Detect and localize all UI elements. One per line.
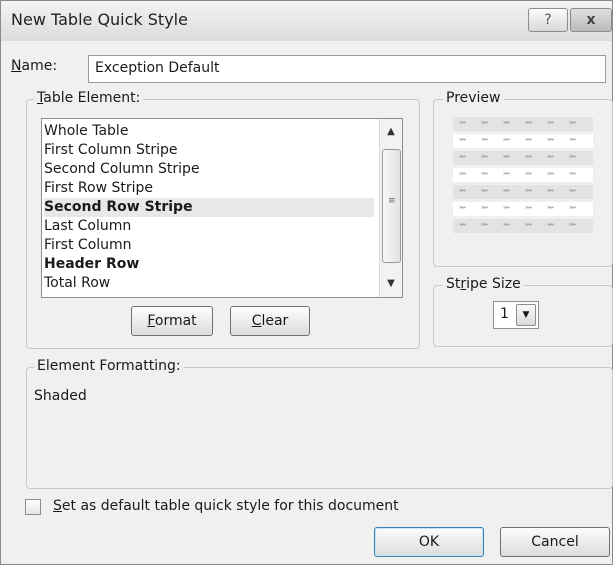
preview-row: »»» »»» »»» »»» »»» »»»: [453, 185, 593, 199]
stripe-size-title: Stripe Size: [443, 276, 524, 292]
preview-cell: »»»: [481, 137, 488, 143]
preview-cell: »»»: [481, 222, 488, 228]
preview-cell: »»»: [503, 120, 510, 126]
preview-cell: »»»: [503, 222, 510, 228]
preview-cell: »»»: [459, 137, 466, 143]
dropdown-arrow-icon[interactable]: ▼: [516, 304, 536, 326]
name-input-value: Exception Default: [95, 60, 220, 76]
name-input[interactable]: Exception Default: [88, 55, 606, 83]
preview-cell: »»»: [569, 222, 576, 228]
preview-cell: »»»: [481, 154, 488, 160]
preview-cell: »»»: [525, 222, 532, 228]
preview-cell: »»»: [547, 154, 554, 160]
preview-row: »»» »»» »»» »»» »»» »»»: [453, 219, 593, 233]
window-title: New Table Quick Style: [11, 10, 188, 29]
stripe-size-value: 1: [500, 306, 509, 322]
list-item[interactable]: Header Row: [44, 255, 374, 274]
list-item[interactable]: Total Row: [44, 274, 374, 293]
clear-button[interactable]: Clear: [230, 306, 310, 336]
default-style-checkbox[interactable]: [25, 499, 41, 515]
list-item[interactable]: Last Column: [44, 217, 374, 236]
preview-cell: »»»: [525, 120, 532, 126]
preview-cell: »»»: [525, 188, 532, 194]
preview-row: »»» »»» »»» »»» »»» »»»: [453, 202, 593, 216]
close-button[interactable]: x: [570, 8, 612, 32]
preview-cell: »»»: [547, 171, 554, 177]
preview-cell: »»»: [569, 137, 576, 143]
preview-cell: »»»: [525, 154, 532, 160]
grip-icon: ≡: [388, 196, 396, 206]
preview-title: Preview: [443, 90, 504, 106]
preview-cell: »»»: [481, 120, 488, 126]
element-formatting-title: Element Formatting:: [34, 358, 184, 374]
preview-cell: »»»: [569, 205, 576, 211]
preview-cell: »»»: [481, 171, 488, 177]
title-bar[interactable]: New Table Quick Style ? x: [1, 1, 612, 41]
format-button[interactable]: Format: [131, 306, 213, 336]
preview-cell: »»»: [525, 171, 532, 177]
help-button[interactable]: ?: [528, 8, 568, 32]
preview-row: »»» »»» »»» »»» »»» »»»: [453, 117, 593, 131]
preview-cell: »»»: [503, 154, 510, 160]
preview-cell: »»»: [503, 205, 510, 211]
element-formatting-text: Shaded: [34, 388, 87, 404]
scroll-up-icon[interactable]: ▲: [380, 121, 402, 143]
preview-cell: »»»: [525, 205, 532, 211]
preview-table: »»»»»»»»»»»»»»»»»»»»»»»»»»»»»»»»»»»»»»»»…: [449, 113, 597, 243]
listbox-scrollbar[interactable]: ▲ ≡ ▼: [379, 119, 402, 297]
preview-cell: »»»: [569, 154, 576, 160]
preview-cell: »»»: [459, 222, 466, 228]
list-item[interactable]: Second Row Stripe: [44, 198, 374, 217]
preview-cell: »»»: [569, 120, 576, 126]
ok-button[interactable]: OK: [374, 527, 484, 557]
preview-row: »»» »»» »»» »»» »»» »»»: [453, 168, 593, 182]
preview-cell: »»»: [481, 188, 488, 194]
list-item[interactable]: Whole Table: [44, 122, 374, 141]
preview-cell: »»»: [547, 137, 554, 143]
preview-cell: »»»: [547, 205, 554, 211]
preview-cell: »»»: [503, 137, 510, 143]
list-item[interactable]: First Column: [44, 236, 374, 255]
list-item[interactable]: First Column Stripe: [44, 141, 374, 160]
preview-cell: »»»: [569, 171, 576, 177]
preview-cell: »»»: [459, 120, 466, 126]
stripe-size-select[interactable]: 1 ▼: [493, 301, 539, 329]
name-label: Name:: [11, 58, 58, 74]
preview-cell: »»»: [459, 205, 466, 211]
preview-cell: »»»: [481, 205, 488, 211]
list-item[interactable]: Second Column Stripe: [44, 160, 374, 179]
preview-cell: »»»: [459, 188, 466, 194]
scroll-down-icon[interactable]: ▼: [380, 273, 402, 295]
preview-cell: »»»: [525, 137, 532, 143]
default-style-label[interactable]: Set as default table quick style for thi…: [53, 498, 399, 514]
dialog-window: New Table Quick Style ? x Name: Exceptio…: [0, 0, 613, 565]
table-element-listbox[interactable]: Total Row Header Row First Column Last Colu…: [41, 118, 403, 298]
table-element-group-title: Table Element:: [34, 90, 144, 106]
list-item[interactable]: First Row Stripe: [44, 179, 374, 198]
preview-row: »»» »»» »»» »»» »»» »»»: [453, 151, 593, 165]
preview-cell: »»»: [459, 154, 466, 160]
preview-cell: »»»: [569, 188, 576, 194]
element-formatting-group: [26, 367, 613, 489]
preview-cell: »»»: [547, 120, 554, 126]
scroll-thumb[interactable]: ≡: [382, 149, 401, 263]
preview-cell: »»»: [503, 171, 510, 177]
preview-cell: »»»: [503, 188, 510, 194]
cancel-button[interactable]: Cancel: [500, 527, 610, 557]
preview-cell: »»»: [459, 171, 466, 177]
preview-cell: »»»: [547, 222, 554, 228]
preview-cell: »»»: [547, 188, 554, 194]
preview-row: »»» »»» »»» »»» »»» »»»: [453, 134, 593, 148]
